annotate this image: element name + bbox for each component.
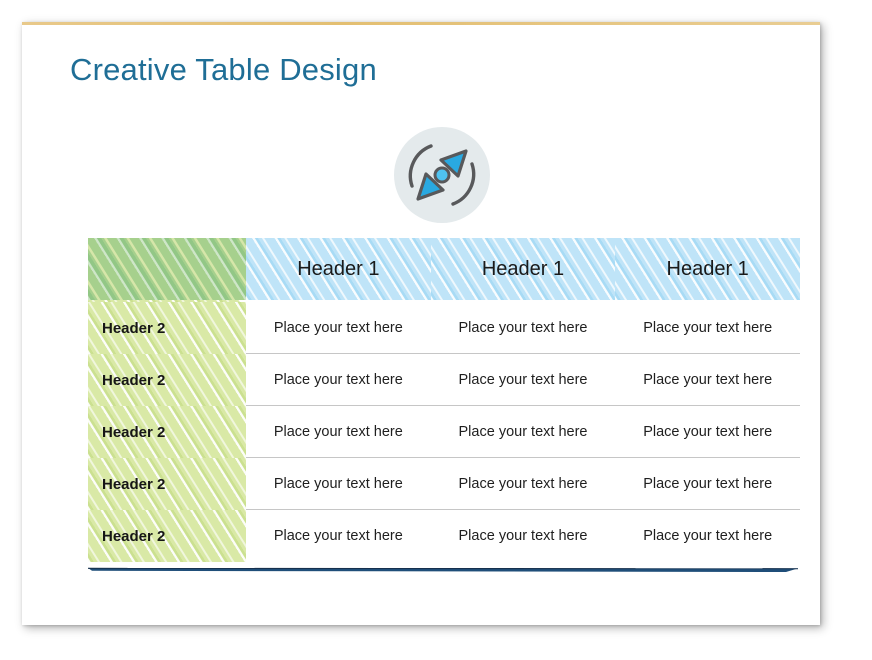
table-cell-text: Place your text here <box>458 320 588 336</box>
table-column-header-3[interactable]: Header 1 <box>615 238 801 300</box>
table-cell[interactable]: Place your text here <box>615 406 801 458</box>
table-cell[interactable]: Place your text here <box>246 354 431 406</box>
table-cell[interactable]: Place your text here <box>246 510 431 562</box>
table-cell-text: Place your text here <box>273 320 403 336</box>
table-cell-text: Place your text here <box>458 424 588 440</box>
table-cell-text: Place your text here <box>643 476 773 492</box>
table-cell[interactable]: Place your text here <box>615 510 801 562</box>
table-cell-text: Place your text here <box>643 528 773 544</box>
table-column-header-1[interactable]: Header 1 <box>246 238 431 300</box>
table-cell-text: Place your text here <box>643 424 773 440</box>
table-cell[interactable]: Place your text here <box>246 458 431 510</box>
table-cell[interactable]: Place your text here <box>615 354 801 406</box>
table-cell-text: Place your text here <box>273 476 403 492</box>
table-body: Header 2 Place your text here Place your t… <box>88 302 801 562</box>
table-row-header-cell[interactable]: Header 2 <box>88 406 246 458</box>
table-cell[interactable]: Place your text here <box>615 458 801 510</box>
table-cell[interactable]: Place your text here <box>430 510 616 562</box>
table-row-header-cell[interactable]: Header 2 <box>88 458 246 510</box>
table-row-header-label: Header 2 <box>102 319 166 337</box>
slide-card: Creative Table Design Header 1 Header 1 … <box>22 22 820 625</box>
table-row: Header 2 Place your text here Place your t… <box>88 302 801 354</box>
table-cell-text: Place your text here <box>273 528 403 544</box>
table-header-corner-cell <box>88 238 246 300</box>
table-row-header-label: Header 2 <box>102 371 166 389</box>
table-cell[interactable]: Place your text here <box>430 302 616 354</box>
table-column-header-2-label: Header 1 <box>481 257 565 280</box>
table-row: Header 2 Place your text here Place your t… <box>88 510 801 562</box>
slide-top-accent-border <box>22 22 820 25</box>
table-row-header-cell[interactable]: Header 2 <box>88 302 246 354</box>
table-row: Header 2 Place your text here Place your t… <box>88 354 801 406</box>
table-cell[interactable]: Place your text here <box>430 354 616 406</box>
table-row-separator <box>246 561 800 562</box>
creative-table: Header 1 Header 1 Header 1 Header 2 Place… <box>88 238 801 572</box>
table-row-header-cell[interactable]: Header 2 <box>88 354 246 406</box>
table-row-header-cell[interactable]: Header 2 <box>88 510 246 562</box>
table-column-header-3-label: Header 1 <box>666 257 749 280</box>
table-row: Header 2 Place your text here Place your t… <box>88 458 801 510</box>
table-cell[interactable]: Place your text here <box>246 406 431 458</box>
table-cell-text: Place your text here <box>458 476 588 492</box>
table-cell-text: Place your text here <box>643 372 773 388</box>
table-row-header-label: Header 2 <box>102 423 166 441</box>
table-row-header-label: Header 2 <box>102 527 166 545</box>
table-cell-text: Place your text here <box>643 320 773 336</box>
table-row-header-label: Header 2 <box>102 475 166 493</box>
table-cell-text: Place your text here <box>458 372 588 388</box>
table-cell[interactable]: Place your text here <box>430 406 616 458</box>
table-cell-text: Place your text here <box>458 528 588 544</box>
page-title: Creative Table Design <box>70 52 377 87</box>
table-cell[interactable]: Place your text here <box>430 458 616 510</box>
table-row: Header 2 Place your text here Place your t… <box>88 406 801 458</box>
table-cell-text: Place your text here <box>273 424 403 440</box>
table-cell[interactable]: Place your text here <box>246 302 431 354</box>
compass-navigation-icon <box>390 123 494 227</box>
table-cell[interactable]: Place your text here <box>615 302 801 354</box>
table-column-header-1-label: Header 1 <box>297 257 380 280</box>
table-column-header-2[interactable]: Header 1 <box>430 238 616 300</box>
table-header-row: Header 1 Header 1 Header 1 <box>88 238 801 300</box>
table-cell-text: Place your text here <box>273 372 403 388</box>
